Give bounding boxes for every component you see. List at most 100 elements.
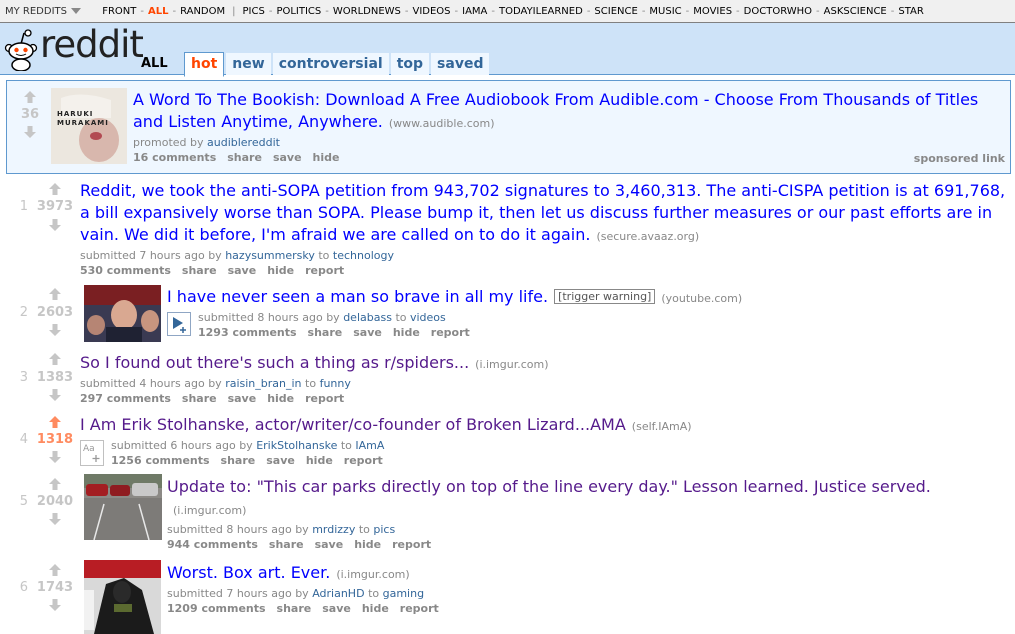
comments-link[interactable]: 530 comments (80, 264, 171, 277)
subreddit-link[interactable]: videos (410, 311, 446, 324)
report-button[interactable]: report (400, 602, 439, 615)
save-button[interactable]: save (228, 392, 257, 405)
tab-top[interactable]: top (390, 53, 430, 75)
upvote-arrow-icon[interactable] (48, 287, 62, 301)
upvote-arrow-icon[interactable] (48, 477, 62, 491)
comments-link[interactable]: 1293 comments (198, 326, 297, 339)
post-title-link[interactable]: Update to: "This car parks directly on t… (167, 477, 931, 496)
reddit-logo[interactable]: reddit (4, 23, 144, 71)
post-title-link[interactable]: I Am Erik Stolhanske, actor/writer/co-fo… (80, 415, 626, 434)
domain[interactable]: (secure.avaaz.org) (596, 230, 699, 243)
thumbnail[interactable] (84, 285, 161, 342)
author-link[interactable]: AdrianHD (312, 587, 364, 600)
domain[interactable]: (self.IAmA) (632, 420, 692, 433)
sr-link-pics[interactable]: PICS (243, 6, 265, 17)
share-button[interactable]: share (182, 264, 217, 277)
upvote-arrow-icon[interactable] (23, 90, 37, 104)
share-button[interactable]: share (308, 326, 343, 339)
hide-button[interactable]: hide (313, 151, 340, 164)
author-link[interactable]: raisin_bran_in (225, 377, 301, 390)
random-link[interactable]: RANDOM (180, 6, 225, 17)
upvote-arrow-icon[interactable] (48, 563, 62, 577)
report-button[interactable]: report (344, 454, 383, 467)
domain[interactable]: (i.imgur.com) (173, 504, 246, 517)
downvote-arrow-icon[interactable] (48, 218, 62, 232)
downvote-arrow-icon[interactable] (48, 512, 62, 526)
subreddit-link[interactable]: gaming (383, 587, 424, 600)
author-link[interactable]: delabass (343, 311, 392, 324)
tab-new[interactable]: new (226, 53, 271, 75)
video-expando-icon[interactable] (167, 312, 191, 336)
sr-link-todayilearned[interactable]: TODAYILEARNED (499, 6, 583, 17)
front-link[interactable]: FRONT (102, 6, 136, 17)
tab-saved[interactable]: saved (431, 53, 490, 75)
subreddit-link[interactable]: IAmA (355, 439, 384, 452)
thumbnail[interactable] (84, 560, 161, 634)
comments-link[interactable]: 16 comments (133, 151, 216, 164)
sr-link-politics[interactable]: POLITICS (276, 6, 321, 17)
sr-link-worldnews[interactable]: WORLDNEWS (333, 6, 401, 17)
domain[interactable]: (i.imgur.com) (336, 568, 409, 581)
domain[interactable]: (i.imgur.com) (475, 358, 548, 371)
sr-link-iama[interactable]: IAMA (462, 6, 487, 17)
downvote-arrow-icon[interactable] (23, 125, 37, 139)
upvote-arrow-icon[interactable] (48, 415, 62, 429)
sr-link-askscience[interactable]: ASKSCIENCE (824, 6, 887, 17)
author-link[interactable]: mrdizzy (312, 523, 355, 536)
post-title-link[interactable]: I have never seen a man so brave in all … (167, 287, 548, 306)
downvote-arrow-icon[interactable] (48, 323, 62, 337)
share-button[interactable]: share (277, 602, 312, 615)
report-button[interactable]: report (431, 326, 470, 339)
domain[interactable]: (youtube.com) (661, 292, 742, 305)
downvote-arrow-icon[interactable] (48, 598, 62, 612)
save-button[interactable]: save (322, 602, 351, 615)
report-button[interactable]: report (305, 264, 344, 277)
share-button[interactable]: share (269, 538, 304, 551)
save-button[interactable]: save (266, 454, 295, 467)
chevron-down-icon[interactable] (71, 8, 81, 14)
save-button[interactable]: save (228, 264, 257, 277)
save-button[interactable]: save (353, 326, 382, 339)
my-reddits-dropdown[interactable]: MY REDDITS (5, 6, 67, 17)
subreddit-link[interactable]: pics (373, 523, 395, 536)
author-link[interactable]: audiblereddit (207, 136, 280, 149)
thumbnail[interactable]: HARUKI MURAKAMI (51, 88, 127, 164)
hide-button[interactable]: hide (267, 264, 294, 277)
downvote-arrow-icon[interactable] (48, 450, 62, 464)
sr-link-science[interactable]: SCIENCE (594, 6, 637, 17)
comments-link[interactable]: 944 comments (167, 538, 258, 551)
tab-hot[interactable]: hot (184, 52, 225, 77)
post-title-link[interactable]: Worst. Box art. Ever. (167, 563, 330, 582)
post-title-text[interactable]: A Word To The Bookish: Download A Free A… (133, 90, 978, 131)
author-link[interactable]: ErikStolhanske (256, 439, 337, 452)
subreddit-link[interactable]: technology (333, 249, 394, 262)
hide-button[interactable]: hide (393, 326, 420, 339)
hide-button[interactable]: hide (306, 454, 333, 467)
comments-link[interactable]: 1209 comments (167, 602, 266, 615)
report-button[interactable]: report (392, 538, 431, 551)
share-button[interactable]: share (227, 151, 262, 164)
post-title-link[interactable]: Reddit, we took the anti-SOPA petition f… (80, 181, 1005, 244)
hide-button[interactable]: hide (267, 392, 294, 405)
share-button[interactable]: share (221, 454, 256, 467)
downvote-arrow-icon[interactable] (48, 388, 62, 402)
selftext-expando-icon[interactable]: Aa (80, 440, 104, 466)
post-title-link[interactable]: So I found out there's such a thing as r… (80, 353, 469, 372)
save-button[interactable]: save (315, 538, 344, 551)
report-button[interactable]: report (305, 392, 344, 405)
all-link[interactable]: ALL (148, 6, 168, 17)
domain[interactable]: (www.audible.com) (389, 117, 495, 130)
sr-link-music[interactable]: MUSIC (649, 6, 681, 17)
comments-link[interactable]: 1256 comments (111, 454, 210, 467)
sr-link-videos[interactable]: VIDEOS (412, 6, 450, 17)
post-title[interactable]: A Word To The Bookish: Download A Free A… (133, 89, 1008, 135)
page-title[interactable]: ALL (141, 56, 168, 71)
upvote-arrow-icon[interactable] (48, 352, 62, 366)
subreddit-link[interactable]: funny (320, 377, 351, 390)
share-button[interactable]: share (182, 392, 217, 405)
hide-button[interactable]: hide (354, 538, 381, 551)
sr-link-movies[interactable]: MOVIES (693, 6, 732, 17)
upvote-arrow-icon[interactable] (48, 182, 62, 196)
thumbnail[interactable] (84, 474, 162, 540)
author-link[interactable]: hazysummersky (225, 249, 315, 262)
